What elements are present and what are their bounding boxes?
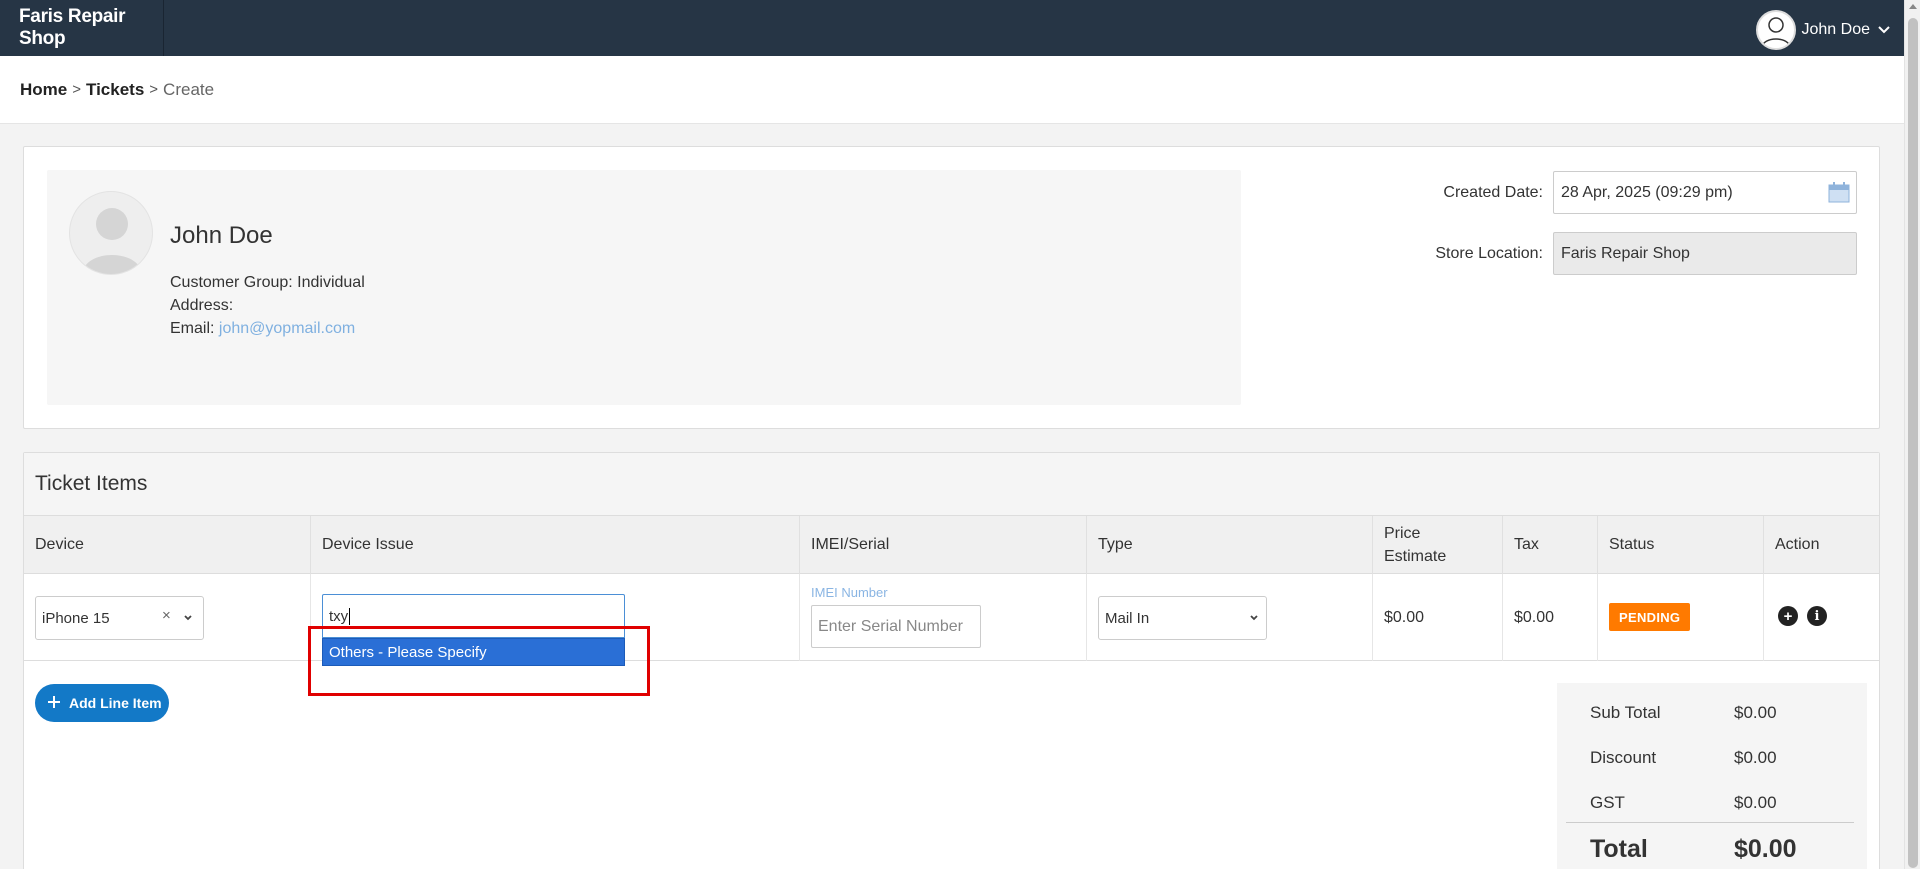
breadcrumb-home[interactable]: Home bbox=[20, 80, 67, 100]
ticket-meta: Created Date: 28 Apr, 2025 (09:29 pm) St… bbox=[1435, 171, 1857, 293]
device-select[interactable]: iPhone 15 × bbox=[35, 596, 204, 640]
type-value: Mail In bbox=[1105, 609, 1150, 627]
created-date-value: 28 Apr, 2025 (09:29 pm) bbox=[1561, 183, 1733, 201]
customer-avatar-icon bbox=[69, 191, 153, 275]
customer-email-label: Email: bbox=[170, 320, 215, 337]
text-caret bbox=[349, 607, 351, 625]
plus-icon bbox=[48, 696, 60, 708]
col-device: Device bbox=[24, 516, 311, 574]
col-action: Action bbox=[1775, 536, 1820, 553]
device-value: iPhone 15 bbox=[42, 609, 110, 627]
col-device-issue: Device Issue bbox=[311, 516, 800, 574]
chevron-down-icon[interactable] bbox=[183, 613, 193, 623]
customer-group: Customer Group: Individual bbox=[170, 274, 365, 291]
chevron-right-icon: > bbox=[149, 81, 159, 98]
imei-label: IMEI Number bbox=[811, 585, 888, 600]
top-navbar: Faris Repair Shop John Doe bbox=[0, 0, 1904, 56]
customer-info: Customer Group: Individual Address: Emai… bbox=[170, 271, 365, 340]
created-date-label: Created Date: bbox=[1443, 183, 1543, 201]
device-issue-typed: txy bbox=[329, 607, 349, 625]
cell-imei: IMEI Number Enter Serial Number bbox=[800, 574, 1087, 661]
sub-total-label: Sub Total bbox=[1590, 703, 1661, 722]
created-date-input[interactable]: 28 Apr, 2025 (09:29 pm) bbox=[1553, 171, 1857, 214]
sub-total-row: Sub Total $0.00 bbox=[1590, 703, 1777, 723]
info-icon[interactable]: i bbox=[1807, 606, 1827, 626]
table-header: Device Device Issue IMEI/Serial Type Pri… bbox=[24, 516, 1879, 574]
cell-status: PENDING bbox=[1598, 574, 1764, 661]
serial-number-input[interactable]: Enter Serial Number bbox=[811, 605, 981, 648]
ticket-items-panel: Ticket Items Device Device Issue IMEI/Se… bbox=[23, 452, 1880, 869]
add-line-item-label: Add Line Item bbox=[69, 695, 162, 711]
cell-price: $0.00 bbox=[1373, 574, 1503, 661]
customer-name: John Doe bbox=[170, 222, 273, 249]
clear-icon[interactable]: × bbox=[162, 607, 171, 624]
chevron-down-icon bbox=[1878, 26, 1890, 34]
tax-value: $0.00 bbox=[1514, 608, 1555, 626]
breadcrumb: Home > Tickets > Create bbox=[0, 56, 1904, 124]
highlight-box bbox=[308, 626, 650, 696]
breadcrumb-current: Create bbox=[163, 79, 215, 99]
ticket-items-title: Ticket Items bbox=[24, 453, 1879, 516]
price-estimate-value: $0.00 bbox=[1384, 608, 1425, 626]
col-imei-serial: IMEI/Serial bbox=[800, 516, 1087, 574]
type-select[interactable]: Mail In bbox=[1098, 596, 1267, 640]
page-scrollbar[interactable] bbox=[1904, 0, 1920, 869]
scroll-thumb[interactable] bbox=[1908, 18, 1918, 868]
add-line-item-button[interactable]: Add Line Item bbox=[35, 684, 169, 722]
cell-device: iPhone 15 × bbox=[24, 574, 311, 661]
cell-tax: $0.00 bbox=[1503, 574, 1598, 661]
store-location-label: Store Location: bbox=[1435, 244, 1543, 262]
col-tax: Tax bbox=[1503, 516, 1598, 574]
breadcrumb-tickets[interactable]: Tickets bbox=[86, 80, 144, 100]
customer-panel: John Doe Customer Group: Individual Addr… bbox=[23, 146, 1880, 429]
total-value: $0.00 bbox=[1734, 835, 1797, 863]
customer-address: Address: bbox=[170, 297, 234, 314]
status-badge: PENDING bbox=[1609, 603, 1691, 631]
chevron-down-icon[interactable] bbox=[1249, 613, 1259, 623]
user-menu[interactable]: John Doe bbox=[1755, 10, 1893, 50]
cell-type: Mail In bbox=[1087, 574, 1373, 661]
store-location-value: Faris Repair Shop bbox=[1561, 244, 1690, 262]
customer-email-link[interactable]: john@yopmail.com bbox=[219, 320, 355, 337]
user-name: John Doe bbox=[1801, 21, 1871, 38]
customer-card: John Doe Customer Group: Individual Addr… bbox=[47, 170, 1241, 405]
gst-label: GST bbox=[1590, 793, 1625, 812]
scroll-up-arrow-icon[interactable] bbox=[1909, 4, 1917, 9]
col-type: Type bbox=[1087, 516, 1373, 574]
col-status: Status bbox=[1598, 516, 1764, 574]
sub-total-value: $0.00 bbox=[1734, 703, 1777, 722]
totals-divider bbox=[1566, 822, 1854, 823]
table-row: iPhone 15 × txy Others - Please Specify … bbox=[24, 574, 1879, 666]
col-price-estimate: Price Estimate bbox=[1373, 516, 1503, 574]
calendar-icon[interactable] bbox=[1828, 181, 1850, 203]
total-row: Total $0.00 bbox=[1590, 835, 1797, 864]
add-circle-icon[interactable]: + bbox=[1778, 606, 1798, 626]
discount-row: Discount $0.00 bbox=[1590, 748, 1777, 768]
chevron-right-icon: > bbox=[72, 81, 81, 98]
gst-row: GST $0.00 bbox=[1590, 793, 1777, 813]
store-location-input[interactable]: Faris Repair Shop bbox=[1553, 232, 1857, 275]
gst-value: $0.00 bbox=[1734, 793, 1777, 812]
discount-value: $0.00 bbox=[1734, 748, 1777, 767]
total-label: Total bbox=[1590, 835, 1648, 863]
discount-label: Discount bbox=[1590, 748, 1657, 767]
totals-box: Sub Total $0.00 Discount $0.00 GST $0.00 To… bbox=[1557, 683, 1867, 869]
user-avatar-icon bbox=[1755, 10, 1796, 50]
cell-action: + i bbox=[1764, 574, 1879, 661]
brand-logo[interactable]: Faris Repair Shop bbox=[0, 0, 164, 56]
